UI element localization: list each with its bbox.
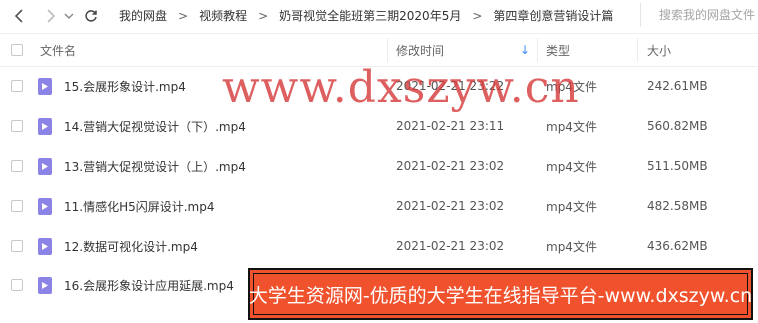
- file-row[interactable]: 14.营销大促视觉设计（下）.mp4 2021-02-21 23:11 mp4文…: [0, 106, 758, 146]
- file-name[interactable]: 13.营销大促视觉设计（上）.mp4: [64, 158, 246, 175]
- file-size: 560.82MB: [647, 119, 708, 133]
- row-checkbox[interactable]: [11, 80, 23, 92]
- file-name[interactable]: 12.数据可视化设计.mp4: [64, 238, 198, 255]
- select-all-checkbox-cell: [11, 34, 23, 66]
- column-header-name[interactable]: 文件名: [40, 34, 76, 66]
- file-name[interactable]: 16.会展形象设计应用延展.mp4: [64, 277, 234, 294]
- file-type: mp4文件: [546, 119, 597, 134]
- select-all-checkbox[interactable]: [11, 44, 23, 56]
- file-row[interactable]: 15.会展形象设计.mp4 2021-02-21 23:22 mp4文件 242…: [0, 66, 758, 106]
- banner-text: 大学生资源网-优质的大学生在线指导平台-www.dxszyw.cn: [248, 284, 753, 307]
- back-button[interactable]: [8, 4, 30, 28]
- breadcrumb-separator: >: [178, 8, 189, 23]
- file-modified: 2021-02-21 23:11: [396, 119, 505, 133]
- file-type: mp4文件: [546, 239, 597, 254]
- file-modified: 2021-02-21 23:22: [396, 79, 505, 93]
- video-file-icon: [38, 157, 52, 175]
- column-header-type-label: 类型: [546, 43, 571, 58]
- file-row[interactable]: 13.营销大促视觉设计（上）.mp4 2021-02-21 23:02 mp4文…: [0, 146, 758, 186]
- breadcrumb-separator: >: [258, 8, 269, 23]
- file-name[interactable]: 11.情感化H5闪屏设计.mp4: [64, 198, 215, 215]
- refresh-icon: [85, 9, 97, 22]
- column-header-type[interactable]: 类型: [546, 34, 570, 66]
- file-size: 511.50MB: [647, 159, 708, 173]
- column-header-modified-label: 修改时间: [396, 43, 445, 58]
- sort-descending-icon: ↓: [520, 43, 531, 57]
- file-type: mp4文件: [546, 199, 597, 214]
- search-box: [640, 3, 758, 27]
- file-modified: 2021-02-21 23:02: [396, 239, 505, 253]
- video-file-icon: [38, 117, 52, 135]
- file-row[interactable]: 11.情感化H5闪屏设计.mp4 2021-02-21 23:02 mp4文件 …: [0, 186, 758, 226]
- column-header-modified[interactable]: 修改时间 ↓: [396, 34, 534, 66]
- row-checkbox[interactable]: [11, 200, 23, 212]
- breadcrumb-item[interactable]: 视频教程: [196, 7, 250, 24]
- file-modified: 2021-02-21 23:02: [396, 159, 505, 173]
- file-size: 482.58MB: [647, 199, 708, 213]
- file-row[interactable]: 12.数据可视化设计.mp4 2021-02-21 23:02 mp4文件 43…: [0, 226, 758, 266]
- file-list-header: 文件名 修改时间 ↓ 类型 大小: [0, 33, 758, 67]
- breadcrumb-item[interactable]: 奶哥视觉全能班第三期2020年5月: [276, 7, 464, 24]
- video-file-icon: [38, 197, 52, 215]
- file-size: 436.62MB: [647, 239, 708, 253]
- breadcrumb: 我的网盘 > 视频教程 > 奶哥视觉全能班第三期2020年5月 > 第四章创意营…: [116, 7, 616, 24]
- column-header-size-label: 大小: [647, 43, 672, 58]
- row-checkbox[interactable]: [11, 279, 23, 291]
- column-divider[interactable]: [537, 38, 538, 62]
- chevron-right-icon: [47, 8, 56, 23]
- breadcrumb-item-current[interactable]: 第四章创意营销设计篇: [490, 7, 616, 24]
- forward-button[interactable]: [40, 4, 62, 28]
- column-header-name-label: 文件名: [40, 43, 77, 58]
- file-size: 242.61MB: [647, 79, 708, 93]
- row-checkbox[interactable]: [11, 120, 23, 132]
- toolbar: 我的网盘 > 视频教程 > 奶哥视觉全能班第三期2020年5月 > 第四章创意营…: [0, 0, 758, 31]
- column-divider[interactable]: [637, 38, 638, 62]
- promo-banner: 大学生资源网-优质的大学生在线指导平台-www.dxszyw.cn: [248, 268, 753, 320]
- video-file-icon: [38, 77, 52, 95]
- chevron-left-icon: [14, 8, 23, 23]
- breadcrumb-separator: >: [472, 8, 483, 23]
- search-input[interactable]: [657, 7, 758, 23]
- file-modified: 2021-02-21 23:02: [396, 199, 505, 213]
- history-dropdown-button[interactable]: [62, 4, 76, 28]
- chevron-down-icon: [64, 13, 74, 19]
- file-type: mp4文件: [546, 79, 597, 94]
- file-type: mp4文件: [546, 159, 597, 174]
- breadcrumb-item[interactable]: 我的网盘: [116, 7, 170, 24]
- file-name[interactable]: 15.会展形象设计.mp4: [64, 78, 186, 95]
- row-checkbox[interactable]: [11, 240, 23, 252]
- video-file-icon: [38, 276, 52, 294]
- column-divider[interactable]: [387, 38, 388, 62]
- file-name[interactable]: 14.营销大促视觉设计（下）.mp4: [64, 118, 246, 135]
- column-header-size[interactable]: 大小: [647, 34, 671, 66]
- row-checkbox[interactable]: [11, 160, 23, 172]
- video-file-icon: [38, 237, 52, 255]
- refresh-button[interactable]: [80, 4, 102, 28]
